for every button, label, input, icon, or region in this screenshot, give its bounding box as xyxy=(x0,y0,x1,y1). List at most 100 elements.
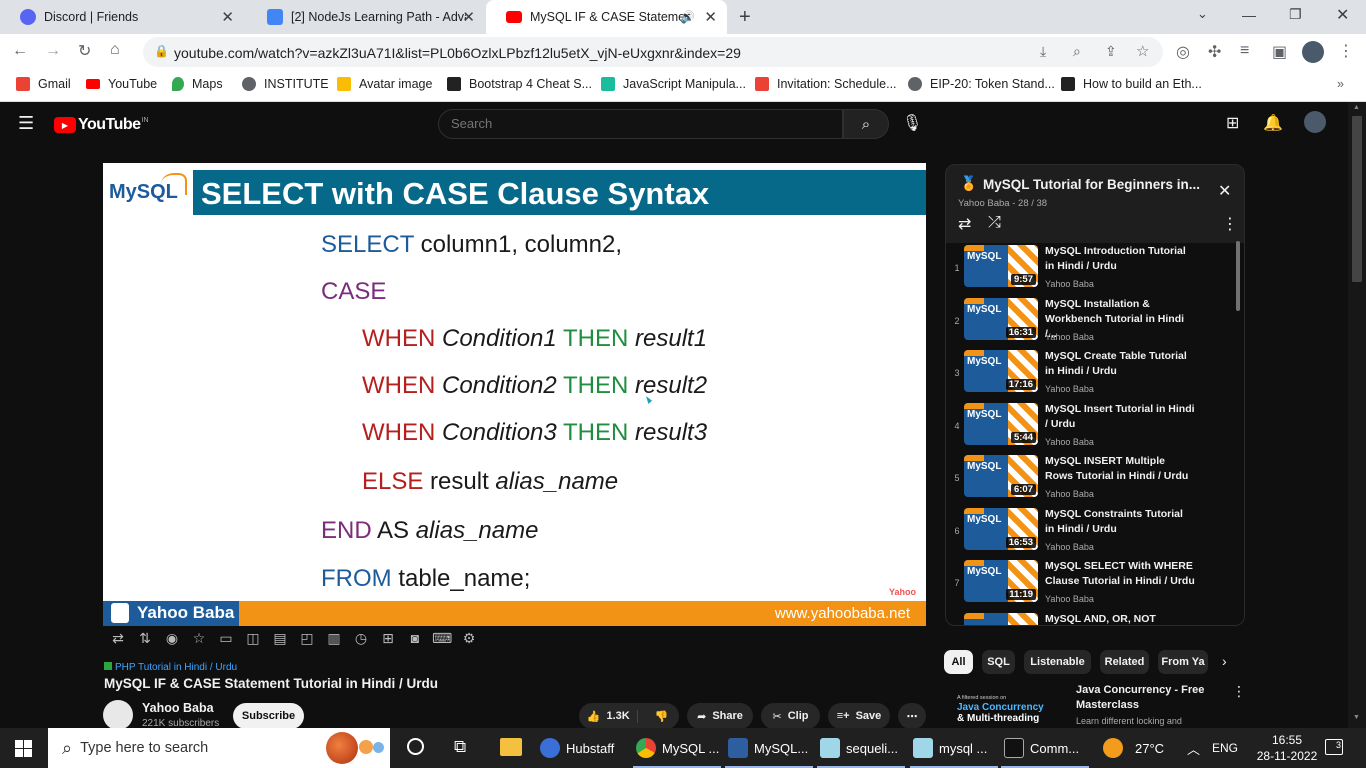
tray-chevron-up-icon[interactable]: ︿ xyxy=(1187,739,1200,758)
bookmark-institute[interactable]: INSTITUTE xyxy=(242,77,329,91)
playlist-tag-text[interactable]: PHP Tutorial in Hindi / Urdu xyxy=(115,662,237,673)
share-page-icon[interactable]: ⇪ xyxy=(1105,43,1117,60)
more-bookmarks-icon[interactable]: » xyxy=(1337,77,1344,91)
bookmark-eth[interactable]: How to build an Eth... xyxy=(1061,77,1202,91)
extension-circle-icon[interactable]: ◎ xyxy=(1176,42,1190,62)
clip-button[interactable]: ✂ Clip xyxy=(761,703,820,729)
taskbar-app-hubstaff[interactable]: Hubstaff xyxy=(540,728,614,768)
list-item[interactable]: MySQL AND, OR, NOT xyxy=(946,611,1236,625)
hamburger-menu-icon[interactable]: ☰ xyxy=(18,113,34,134)
bookmark-youtube[interactable]: YouTube xyxy=(86,77,157,91)
video-thumbnail[interactable]: MySQL 16:31 xyxy=(964,298,1038,340)
bookmark-star-icon[interactable]: ☆ xyxy=(1136,42,1149,60)
search-box[interactable] xyxy=(438,109,843,139)
sort-icon[interactable]: ⇅ xyxy=(135,630,155,648)
list-item[interactable]: 5 MySQL 6:07 MySQL INSERT Multiple Rows T… xyxy=(946,453,1236,505)
channel-avatar[interactable] xyxy=(103,700,133,730)
item-title[interactable]: MySQL AND, OR, NOT xyxy=(1045,612,1195,625)
bookmark-bootstrap[interactable]: Bootstrap 4 Cheat S... xyxy=(447,77,592,91)
dislike-button[interactable]: 👎 xyxy=(644,710,679,723)
cortana-icon[interactable] xyxy=(407,738,424,755)
create-video-icon[interactable]: ⊞ xyxy=(1226,113,1239,133)
media-control-icon[interactable]: ≡ xyxy=(1240,42,1249,60)
item-title[interactable]: MySQL Insert Tutorial in Hindi / Urdu xyxy=(1045,402,1195,432)
taskbar-search[interactable]: ⌕ Type here to search xyxy=(48,728,390,768)
new-tab-icon[interactable]: + xyxy=(739,6,751,29)
tab-youtube-active[interactable]: MySQL IF & CASE Statement 🔊 ✕ xyxy=(486,0,727,34)
shuffle-icon[interactable]: ⤮ xyxy=(988,214,1001,232)
like-button[interactable]: 👍 1.3K xyxy=(579,709,639,723)
list-item[interactable]: 6 MySQL 16:53 MySQL Constraints Tutorial … xyxy=(946,506,1236,558)
scroll-down-icon[interactable]: ▼ xyxy=(1353,714,1360,721)
restore-icon[interactable]: ❐ xyxy=(1289,6,1302,23)
recommendation-title[interactable]: Java Concurrency - Free Masterclass xyxy=(1076,683,1216,713)
taskbar-app-mysql-notepad[interactable]: mysql ... xyxy=(913,728,987,768)
speed-icon[interactable]: ◷ xyxy=(351,630,371,648)
bookmark-maps[interactable]: Maps xyxy=(172,77,223,91)
file-explorer-icon[interactable] xyxy=(500,738,522,756)
video-thumbnail[interactable]: MySQL 16:53 xyxy=(964,508,1038,550)
scroll-up-icon[interactable]: ▲ xyxy=(1353,104,1360,111)
address-bar[interactable]: 🔒 youtube.com/watch?v=azkZl3uA71I&list=P… xyxy=(143,37,1163,67)
chip-all[interactable]: All xyxy=(944,650,973,674)
add-screen-icon[interactable]: ⊞ xyxy=(378,630,398,648)
loop-playlist-icon[interactable]: ⇄ xyxy=(958,214,971,234)
list-item[interactable]: 7 MySQL 11:19 MySQL SELECT With WHERE Cla… xyxy=(946,558,1236,610)
item-title[interactable]: MySQL SELECT With WHERE Clause Tutorial … xyxy=(1045,559,1195,589)
clock[interactable]: 16:55 28-11-2022 xyxy=(1256,732,1318,764)
film-icon[interactable]: ▤ xyxy=(270,630,290,648)
close-playlist-icon[interactable]: ✕ xyxy=(1218,181,1231,201)
taskbar-app-mysql-workbench[interactable]: MySQL... xyxy=(728,728,808,768)
close-icon[interactable]: ✕ xyxy=(221,8,234,26)
lock-icon[interactable]: 🔒 xyxy=(154,44,169,58)
chip-from-yahoo[interactable]: From Ya xyxy=(1158,650,1208,674)
recommendation-thumbnail[interactable]: A filtered session on Java Concurrency &… xyxy=(955,686,1067,728)
video-player[interactable]: MySQL SELECT with CASE Clause Syntax SEL… xyxy=(103,163,926,626)
list-item[interactable]: 1 MySQL 9:57 MySQL Introduction Tutorial … xyxy=(946,243,1236,295)
playlist-menu-icon[interactable]: ⋮ xyxy=(1222,214,1238,234)
audio-icon[interactable]: ◉ xyxy=(162,630,182,648)
loop-icon[interactable]: ⇄ xyxy=(108,630,128,648)
keyboard-icon[interactable]: ⌨ xyxy=(432,630,452,648)
minimize-icon[interactable]: — xyxy=(1242,7,1256,23)
video-thumbnail[interactable]: MySQL 5:44 xyxy=(964,403,1038,445)
microphone-icon[interactable]: 🎙 xyxy=(902,113,922,133)
settings-gear-icon[interactable]: ⚙ xyxy=(459,630,479,648)
list-item[interactable]: 4 MySQL 5:44 MySQL Insert Tutorial in Hin… xyxy=(946,401,1236,453)
windows-start-icon[interactable] xyxy=(15,740,32,757)
page-scrollbar[interactable]: ▲ ▼ xyxy=(1348,102,1366,728)
recommendation-menu-icon[interactable]: ⋮ xyxy=(1232,683,1246,700)
taskbar-app-chrome[interactable]: MySQL ... xyxy=(636,728,719,768)
reload-icon[interactable]: ↻ xyxy=(78,41,91,61)
item-title[interactable]: MySQL Create Table Tutorial in Hindi / U… xyxy=(1045,349,1195,379)
chevron-right-icon[interactable]: › xyxy=(1222,653,1227,669)
item-title[interactable]: MySQL INSERT Multiple Rows Tutorial in H… xyxy=(1045,454,1195,484)
back-icon[interactable]: ← xyxy=(12,42,28,60)
scroll-thumb[interactable] xyxy=(1352,116,1362,282)
video-thumbnail[interactable] xyxy=(964,613,1038,625)
share-button[interactable]: ➦ Share xyxy=(687,703,753,729)
chip-related[interactable]: Related xyxy=(1100,650,1149,674)
channel-name[interactable]: Yahoo Baba xyxy=(142,701,214,715)
notifications-bell-icon[interactable]: 🔔 xyxy=(1263,113,1283,133)
home-icon[interactable]: ⌂ xyxy=(110,41,120,59)
subscribe-button[interactable]: Subscribe xyxy=(233,703,304,729)
list-item[interactable]: 3 MySQL 17:16 MySQL Create Table Tutorial… xyxy=(946,348,1236,400)
close-icon[interactable]: ✕ xyxy=(704,8,717,26)
video-thumbnail[interactable]: MySQL 6:07 xyxy=(964,455,1038,497)
playlist-tag[interactable]: PHP Tutorial in Hindi / Urdu xyxy=(104,662,237,673)
video-thumbnail[interactable]: MySQL 9:57 xyxy=(964,245,1038,287)
chip-listenable[interactable]: Listenable xyxy=(1024,650,1091,674)
side-panel-icon[interactable]: ▣ xyxy=(1272,42,1287,62)
url-text[interactable]: youtube.com/watch?v=azkZl3uA71I&list=PL0… xyxy=(174,45,741,61)
window-close-icon[interactable]: ✕ xyxy=(1336,5,1349,25)
view-icon[interactable]: ◫ xyxy=(243,630,263,648)
account-avatar[interactable] xyxy=(1304,111,1326,133)
close-icon[interactable]: ✕ xyxy=(462,8,475,26)
item-title[interactable]: MySQL Introduction Tutorial in Hindi / U… xyxy=(1045,244,1195,274)
playlist-title[interactable]: MySQL Tutorial for Beginners in... xyxy=(983,177,1203,192)
taskbar-app-command-prompt[interactable]: Comm... xyxy=(1004,728,1079,768)
forward-icon[interactable]: → xyxy=(45,42,61,60)
install-icon[interactable]: ⤓ xyxy=(1040,43,1046,60)
bookmark-invitation[interactable]: Invitation: Schedule... xyxy=(755,77,897,91)
